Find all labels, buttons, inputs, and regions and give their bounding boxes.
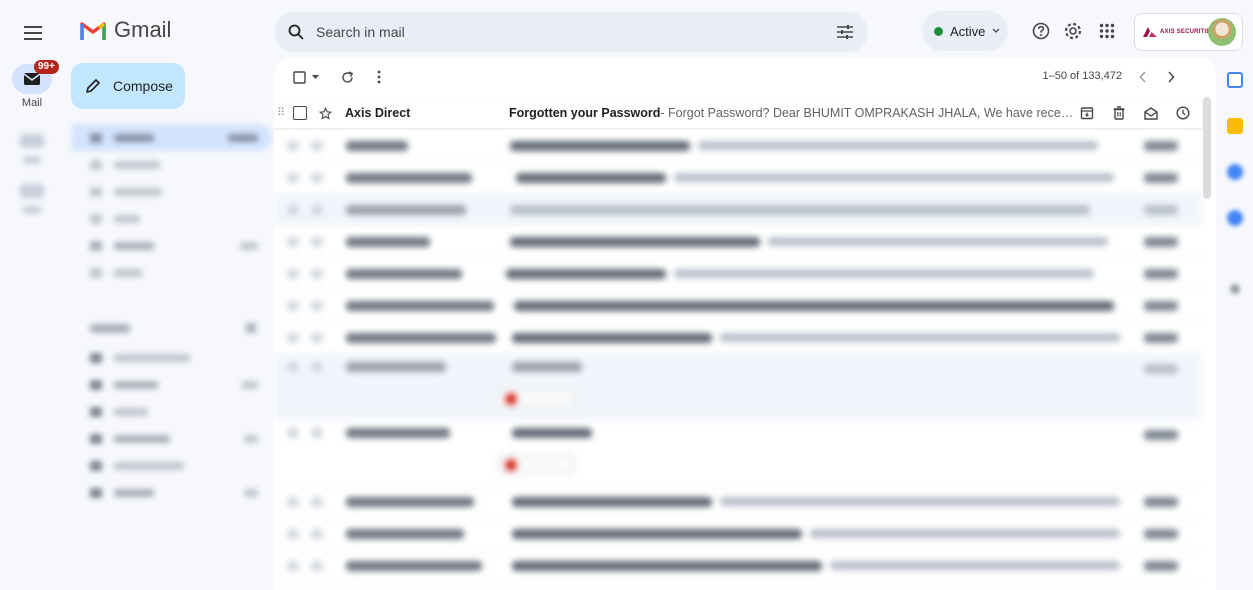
compose-label: Compose bbox=[113, 78, 173, 94]
label-item[interactable] bbox=[72, 425, 272, 452]
select-all-checkbox[interactable] bbox=[288, 66, 310, 88]
sidebar-item-snoozed[interactable] bbox=[72, 178, 272, 205]
app-title: Gmail bbox=[114, 17, 172, 42]
label-item[interactable] bbox=[72, 344, 272, 371]
gmail-app: 99+ Mail Gmail Compose Search in mail Ac… bbox=[0, 0, 1253, 590]
label-item[interactable] bbox=[72, 479, 272, 506]
search-bar[interactable] bbox=[274, 12, 868, 52]
attachment-chip[interactable] bbox=[496, 388, 576, 408]
table-row[interactable] bbox=[274, 550, 1202, 582]
rail-mail-label: Mail bbox=[21, 97, 43, 109]
sidebar-item-more[interactable] bbox=[72, 259, 272, 286]
table-row[interactable] bbox=[274, 518, 1202, 550]
label-item[interactable] bbox=[72, 452, 272, 479]
prev-page-icon[interactable] bbox=[1134, 68, 1152, 86]
chevron-down-icon bbox=[992, 28, 1000, 33]
pencil-icon bbox=[86, 79, 100, 93]
table-row[interactable] bbox=[274, 486, 1202, 518]
add-addon-icon[interactable] bbox=[1230, 284, 1240, 294]
tune-icon[interactable] bbox=[836, 24, 854, 40]
rail-chat-icon[interactable] bbox=[20, 134, 44, 148]
sidebar-item-sent[interactable] bbox=[72, 205, 272, 232]
trash-icon[interactable] bbox=[1110, 104, 1128, 122]
select-dropdown-icon[interactable] bbox=[310, 66, 320, 88]
left-rail: 99+ Mail bbox=[0, 0, 64, 590]
search-icon[interactable] bbox=[288, 24, 304, 40]
label-item[interactable] bbox=[72, 371, 272, 398]
table-row[interactable] bbox=[274, 226, 1202, 258]
archive-icon[interactable] bbox=[1078, 104, 1096, 122]
obscured-message-list bbox=[274, 130, 1202, 582]
inbox-icon bbox=[23, 73, 41, 85]
sidebar-item-starred[interactable] bbox=[72, 151, 272, 178]
row-subject: Forgotten your Password bbox=[509, 106, 661, 120]
calendar-icon[interactable] bbox=[1227, 72, 1243, 88]
search-input[interactable] bbox=[316, 24, 824, 40]
rail-meet-icon[interactable] bbox=[20, 184, 44, 198]
attachment-chip[interactable] bbox=[496, 454, 576, 474]
side-panel bbox=[1216, 58, 1253, 590]
rail-mail[interactable]: 99+ Mail bbox=[8, 60, 59, 109]
table-row[interactable] bbox=[274, 258, 1202, 290]
account-switcher[interactable]: AXIS SECURITIES bbox=[1134, 13, 1243, 51]
table-row[interactable] bbox=[274, 162, 1202, 194]
refresh-icon[interactable] bbox=[336, 66, 358, 88]
axis-logo-icon bbox=[1143, 27, 1157, 37]
row-sender: Axis Direct bbox=[345, 106, 411, 120]
gmail-logo[interactable]: Gmail bbox=[80, 17, 171, 43]
table-row[interactable] bbox=[274, 194, 1202, 226]
drag-handle-icon[interactable]: ⠿ bbox=[277, 108, 289, 119]
labels-heading bbox=[72, 312, 272, 344]
status-dot bbox=[934, 26, 943, 36]
compose-button[interactable]: Compose bbox=[71, 63, 185, 109]
gear-icon[interactable] bbox=[1062, 20, 1084, 42]
clock-icon[interactable] bbox=[1174, 104, 1192, 122]
account-org-text: AXIS SECURITIES bbox=[1160, 29, 1215, 35]
label-item[interactable] bbox=[72, 398, 272, 425]
avatar[interactable] bbox=[1208, 18, 1236, 46]
sidebar-item-drafts[interactable] bbox=[72, 232, 272, 259]
more-vert-icon[interactable] bbox=[368, 66, 390, 88]
table-row[interactable] bbox=[274, 130, 1202, 162]
keep-icon[interactable] bbox=[1227, 118, 1243, 134]
contacts-icon[interactable] bbox=[1227, 210, 1243, 226]
table-row[interactable] bbox=[274, 322, 1202, 354]
list-scrollbar[interactable] bbox=[1203, 97, 1211, 199]
next-page-icon[interactable] bbox=[1162, 68, 1180, 86]
gmail-m-icon bbox=[80, 22, 106, 40]
table-row[interactable]: ⠿ Axis Direct Forgotten your Password - … bbox=[274, 98, 1202, 128]
table-row[interactable] bbox=[274, 290, 1202, 322]
hamburger-icon[interactable] bbox=[20, 20, 46, 46]
table-row[interactable] bbox=[274, 420, 1202, 486]
star-icon[interactable] bbox=[317, 105, 333, 121]
tasks-icon[interactable] bbox=[1227, 164, 1243, 180]
row-hover-actions bbox=[1078, 104, 1192, 122]
sidebar-nav bbox=[72, 124, 272, 506]
sidebar-item-inbox[interactable] bbox=[72, 124, 272, 151]
unread-badge: 99+ bbox=[34, 60, 59, 74]
message-list-panel: 1–50 of 133,472 ⠿ Axis Direct Forgotten … bbox=[274, 58, 1216, 590]
row-snippet: - Forgot Password? Dear BHUMIT OMPRAKASH… bbox=[660, 106, 1075, 120]
status-dropdown[interactable]: Active bbox=[922, 11, 1008, 51]
mail-rail-pill[interactable]: 99+ bbox=[12, 60, 59, 94]
rail-chat-label bbox=[23, 156, 41, 164]
envelope-open-icon[interactable] bbox=[1142, 104, 1160, 122]
row-checkbox[interactable] bbox=[293, 106, 307, 120]
rail-meet-label bbox=[23, 206, 41, 214]
apps-grid-icon[interactable] bbox=[1096, 20, 1118, 42]
pagination-range: 1–50 of 133,472 bbox=[1042, 70, 1122, 82]
table-row[interactable] bbox=[274, 354, 1202, 420]
help-icon[interactable] bbox=[1030, 20, 1052, 42]
status-label: Active bbox=[950, 23, 986, 39]
